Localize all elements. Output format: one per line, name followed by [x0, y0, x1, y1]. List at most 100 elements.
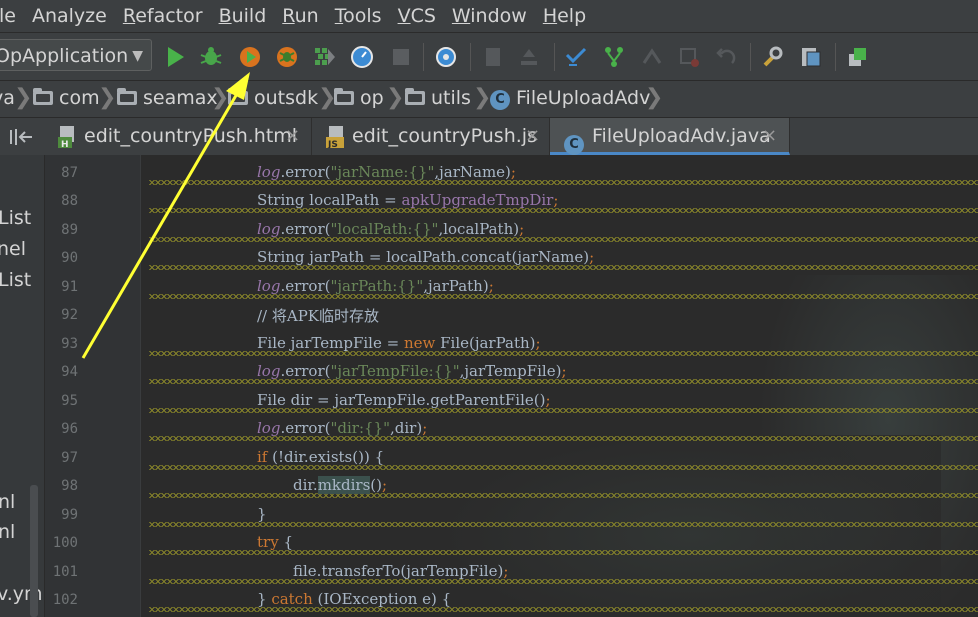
navigation-breadcrumb: va ❯ com ❯ seamax ❯ outsdk ❯ op ❯ utils … [0, 81, 978, 118]
toolbar-separator [423, 43, 424, 71]
breadcrumb-item[interactable]: op [334, 87, 384, 109]
breadcrumb-separator-icon: ❯ [211, 85, 230, 110]
code-line: log.error("localPath:{}",localPath); [141, 217, 978, 245]
menu-bar: le Analyze Refactor Build Run Tools VCS … [0, 0, 978, 33]
menu-file[interactable]: le [0, 5, 24, 27]
code-line: // 将APK临时存放 [257, 307, 380, 325]
menu-run[interactable]: Run [274, 5, 326, 27]
breadcrumb-item[interactable]: seamax [117, 87, 218, 109]
vcs-update-icon[interactable] [481, 45, 505, 69]
run-icon[interactable] [163, 45, 187, 69]
vcs-history-icon[interactable] [677, 45, 701, 69]
folder-icon [117, 88, 137, 105]
code-line: log.error("jarTempFile:{}",jarTempFile); [141, 359, 978, 387]
code-line: } [141, 502, 978, 530]
line-number: 99 [61, 507, 78, 523]
java-class-icon: C [490, 90, 510, 110]
folder-icon [334, 88, 354, 105]
tab-edit-countrypush-js[interactable]: JS edit_countryPush.js × [312, 118, 550, 155]
debug-icon[interactable] [199, 45, 223, 69]
vcs-push-icon[interactable] [640, 45, 664, 69]
code-line: file.transferTo(jarTempFile); [141, 559, 978, 587]
menu-analyze[interactable]: Analyze [24, 5, 115, 27]
sdk-manager-icon[interactable] [845, 45, 869, 69]
code-editor[interactable]: log.error("jarName:{}",jarName); String … [141, 155, 978, 617]
line-number: 101 [52, 564, 78, 580]
project-tree-item[interactable]: nl [0, 491, 15, 513]
stopwatch-icon[interactable] [350, 45, 374, 69]
project-tree-item[interactable]: List [0, 207, 31, 229]
project-scrollbar[interactable] [30, 485, 38, 617]
line-number: 98 [61, 478, 78, 494]
code-line: File jarTempFile = new File(jarPath); [141, 331, 978, 359]
breadcrumb-separator-icon: ❯ [98, 85, 117, 110]
line-number: 93 [61, 336, 78, 352]
tab-edit-countrypush-html[interactable]: H edit_countryPush.html × [44, 118, 312, 155]
breadcrumb-item[interactable]: outsdk [228, 87, 318, 109]
line-number: 90 [61, 250, 78, 266]
project-structure-icon[interactable] [799, 45, 823, 69]
code-line: dir.mkdirs(); [141, 473, 978, 501]
line-number: 102 [52, 592, 78, 608]
vcs-commit-icon[interactable] [517, 45, 541, 69]
vcs-pull-icon[interactable] [564, 45, 588, 69]
line-number: 97 [61, 450, 78, 466]
code-line: String jarPath = localPath.concat(jarNam… [141, 245, 978, 273]
breadcrumb-separator-icon: ❯ [645, 85, 664, 110]
toolbar-separator [470, 43, 471, 71]
breadcrumb-separator-icon: ❯ [386, 85, 405, 110]
menu-build[interactable]: Build [211, 5, 275, 27]
close-icon[interactable]: × [285, 118, 300, 154]
line-number: 94 [61, 364, 78, 380]
breadcrumb-item[interactable]: com [33, 87, 100, 109]
revert-icon[interactable] [714, 45, 738, 69]
code-line: log.error("jarPath:{}",jarPath); [141, 274, 978, 302]
run-with-coverage-icon[interactable] [238, 45, 262, 69]
breadcrumb-item[interactable]: va [0, 87, 15, 109]
close-icon[interactable]: × [525, 118, 540, 154]
line-number: 92 [61, 307, 78, 323]
line-number: 89 [61, 222, 78, 238]
editor-tab-bar: H edit_countryPush.html × JS edit_countr… [0, 118, 978, 156]
toolbar-separator [750, 43, 751, 71]
svg-text:H: H [61, 140, 69, 148]
breadcrumb-separator-icon: ❯ [14, 85, 33, 110]
folder-icon [33, 88, 53, 105]
hide-panel-icon[interactable] [12, 126, 34, 148]
menu-vcs[interactable]: VCS [390, 5, 444, 27]
chevron-down-icon: ▼ [132, 48, 143, 64]
line-number: 100 [52, 535, 78, 551]
tab-fileuploadadv-java[interactable]: C FileUploadAdv.java × [550, 118, 790, 155]
code-line: try { [141, 530, 978, 558]
code-line: String localPath = apkUpgradeTmpDir; [141, 188, 978, 216]
code-line: log.error("dir:{}",dir); [141, 416, 978, 444]
run-configuration-label: OpApplication [0, 45, 129, 67]
svg-text:JS: JS [327, 140, 338, 148]
stop-icon[interactable] [389, 45, 413, 69]
project-tree-item[interactable]: List [0, 269, 31, 291]
code-line: File dir = jarTempFile.getParentFile(); [141, 388, 978, 416]
project-tree-item[interactable]: nl [0, 521, 15, 543]
menu-help[interactable]: Help [535, 5, 594, 27]
build-icon[interactable] [312, 45, 336, 69]
profile-icon[interactable] [275, 45, 299, 69]
folder-icon [228, 88, 248, 105]
project-tree-item[interactable]: nel [0, 238, 26, 260]
warning-underline [149, 493, 978, 498]
tab-label: FileUploadAdv.java [592, 125, 771, 147]
code-line: if (!dir.exists()) { [141, 445, 978, 473]
code-line: log.error("jarName:{}",jarName); [141, 160, 978, 188]
warning-underline [149, 579, 978, 584]
run-configuration-select[interactable]: OpApplication ▼ [0, 39, 152, 71]
line-number: 88 [61, 193, 78, 209]
menu-tools[interactable]: Tools [327, 5, 390, 27]
search-everywhere-icon[interactable] [434, 45, 458, 69]
close-icon[interactable]: × [762, 118, 777, 154]
settings-wrench-icon[interactable] [760, 45, 784, 69]
vcs-branch-icon[interactable] [602, 45, 626, 69]
breadcrumb-item[interactable]: utils [405, 87, 471, 109]
menu-refactor[interactable]: Refactor [115, 5, 211, 27]
menu-window[interactable]: Window [444, 5, 535, 27]
breadcrumb-item-class[interactable]: C FileUploadAdv [490, 87, 650, 111]
line-number: 91 [61, 279, 78, 295]
